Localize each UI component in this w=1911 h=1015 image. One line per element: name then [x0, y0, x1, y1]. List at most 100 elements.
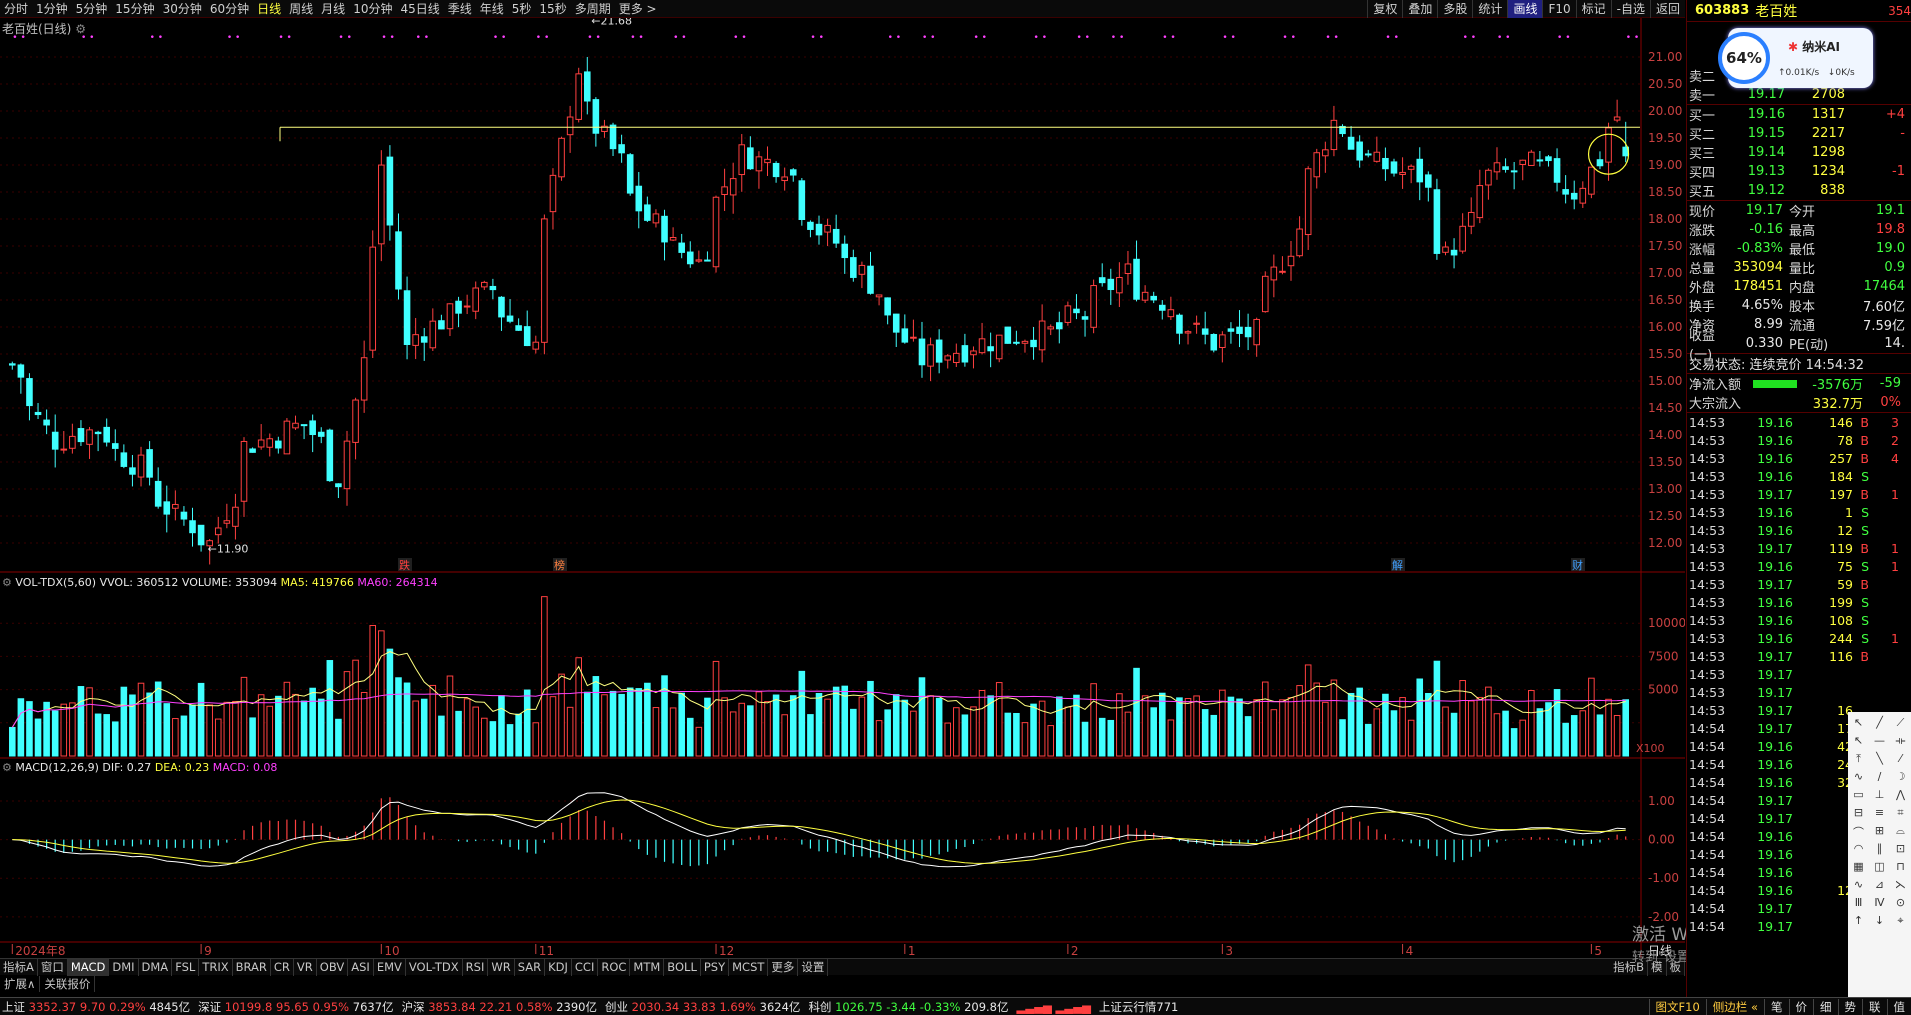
- candle-body[interactable]: [77, 428, 85, 443]
- period-tab[interactable]: 周线: [285, 0, 317, 18]
- candle-body[interactable]: [661, 215, 668, 243]
- candle-body[interactable]: [1579, 187, 1587, 204]
- candle-body[interactable]: [1407, 165, 1415, 170]
- tool-button[interactable]: 返回: [1649, 0, 1685, 18]
- candle-body[interactable]: [635, 185, 643, 212]
- side-tab[interactable]: 笔: [1764, 998, 1789, 1015]
- candle-body[interactable]: [884, 297, 891, 316]
- candle-body[interactable]: [1450, 249, 1458, 256]
- candle-body[interactable]: [129, 467, 136, 475]
- kline-chart[interactable]: 21.0020.5020.0019.5019.0018.5018.0017.50…: [0, 18, 1685, 958]
- candle-body[interactable]: [995, 334, 1003, 360]
- candle-body[interactable]: [1184, 331, 1192, 334]
- draw-tool-icon[interactable]: ⋋: [1890, 878, 1911, 896]
- candle-body[interactable]: [1493, 162, 1501, 173]
- candle-body[interactable]: [1107, 278, 1115, 291]
- period-tab[interactable]: 季线: [444, 0, 476, 18]
- candle-body[interactable]: [832, 228, 840, 244]
- candle-body[interactable]: [1545, 156, 1552, 162]
- candle-body[interactable]: [498, 296, 505, 318]
- side-tab[interactable]: 值: [1886, 998, 1911, 1015]
- period-tab[interactable]: 30分钟: [159, 0, 206, 18]
- indicator-tab[interactable]: ASI: [348, 958, 374, 976]
- candle-body[interactable]: [1296, 228, 1303, 257]
- candle-body[interactable]: [163, 501, 171, 515]
- draw-tool-icon[interactable]: ⟛: [1890, 734, 1911, 752]
- period-tab[interactable]: 15秒: [535, 0, 570, 18]
- tool-button[interactable]: -自选: [1610, 0, 1650, 18]
- candle-body[interactable]: [1124, 263, 1132, 275]
- candle-body[interactable]: [1425, 174, 1432, 188]
- candle-body[interactable]: [326, 429, 334, 482]
- candle-body[interactable]: [1519, 159, 1527, 165]
- candle-body[interactable]: [111, 443, 119, 449]
- draw-tool-icon[interactable]: —: [1869, 734, 1890, 752]
- bid-row[interactable]: 买二 19.15 2217 -: [1687, 124, 1911, 143]
- candle-body[interactable]: [1081, 316, 1089, 320]
- candle-body[interactable]: [120, 452, 128, 467]
- extension-tab[interactable]: 扩展∧: [0, 976, 41, 992]
- candle-body[interactable]: [1510, 170, 1518, 173]
- event-marker[interactable]: 榜: [554, 558, 565, 572]
- draw-tool-icon[interactable]: ⌓: [1890, 824, 1911, 842]
- candle-body[interactable]: [575, 73, 582, 120]
- candle-body[interactable]: [1364, 153, 1372, 156]
- candle-body[interactable]: [1056, 322, 1063, 330]
- candle-body[interactable]: [463, 305, 471, 308]
- draw-tool-icon[interactable]: ↑: [1848, 914, 1869, 932]
- candle-body[interactable]: [1219, 334, 1226, 348]
- candle-body[interactable]: [712, 196, 720, 268]
- tool-button[interactable]: 统计: [1472, 0, 1507, 18]
- candle-body[interactable]: [455, 300, 462, 314]
- event-marker[interactable]: 解: [1392, 558, 1403, 572]
- candle-body[interactable]: [223, 520, 231, 524]
- candle-body[interactable]: [1133, 258, 1140, 300]
- candle-body[interactable]: [1433, 189, 1441, 254]
- candle-body[interactable]: [240, 440, 248, 502]
- candle-body[interactable]: [292, 422, 299, 429]
- indicator-tab[interactable]: 更多: [768, 958, 799, 976]
- candle-body[interactable]: [154, 480, 162, 507]
- indicator-tab[interactable]: OBV: [317, 958, 349, 976]
- candle-body[interactable]: [1176, 314, 1183, 334]
- candle-body[interactable]: [1304, 168, 1312, 236]
- indicator-tab[interactable]: DMI: [109, 958, 139, 976]
- draw-tool-icon[interactable]: ⊡: [1890, 842, 1911, 860]
- candle-body[interactable]: [17, 364, 25, 378]
- candle-body[interactable]: [180, 511, 188, 520]
- draw-tool-icon[interactable]: ⊿: [1869, 878, 1890, 896]
- candle-body[interactable]: [1038, 320, 1046, 351]
- candle-body[interactable]: [51, 431, 59, 450]
- candle-body[interactable]: [1390, 161, 1398, 174]
- candle-body[interactable]: [317, 431, 325, 437]
- candle-body[interactable]: [1261, 275, 1269, 313]
- indicator-tab[interactable]: RSI: [463, 958, 489, 976]
- candle-body[interactable]: [961, 345, 969, 363]
- period-tab[interactable]: 日线: [253, 0, 285, 18]
- period-tab[interactable]: 多周期: [571, 0, 615, 18]
- candle-body[interactable]: [618, 144, 625, 154]
- candle-body[interactable]: [549, 174, 557, 213]
- draw-tool-icon[interactable]: ▭: [1848, 788, 1869, 806]
- period-tab[interactable]: 10分钟: [349, 0, 396, 18]
- candle-body[interactable]: [1158, 304, 1166, 311]
- bid-row[interactable]: 买五 19.12 838: [1687, 181, 1911, 200]
- candle-body[interactable]: [335, 483, 342, 488]
- candle-body[interactable]: [1459, 225, 1466, 252]
- indicator-tab[interactable]: MACD: [67, 958, 110, 976]
- candle-body[interactable]: [747, 147, 754, 170]
- index-quote[interactable]: 沪深 3853.84 22.21 0.58% 2390亿: [402, 999, 597, 1015]
- candle-body[interactable]: [1116, 277, 1123, 294]
- draw-tool-icon[interactable]: ▦: [1848, 860, 1869, 878]
- draw-tool-icon[interactable]: Ⅲ: [1848, 896, 1869, 914]
- candle-body[interactable]: [1485, 169, 1492, 186]
- candle-body[interactable]: [532, 341, 540, 350]
- candle-body[interactable]: [978, 338, 986, 354]
- indicator-tab[interactable]: CR: [271, 958, 294, 976]
- nami-ai-widget[interactable]: 64% ✱ 纳米AI ↑0.01K/s ↓0K/s: [1718, 28, 1873, 88]
- candle-body[interactable]: [352, 399, 359, 443]
- tool-button[interactable]: 标记: [1575, 0, 1611, 18]
- candle-body[interactable]: [403, 290, 411, 345]
- candle-body[interactable]: [1570, 192, 1578, 200]
- candle-body[interactable]: [1253, 318, 1260, 346]
